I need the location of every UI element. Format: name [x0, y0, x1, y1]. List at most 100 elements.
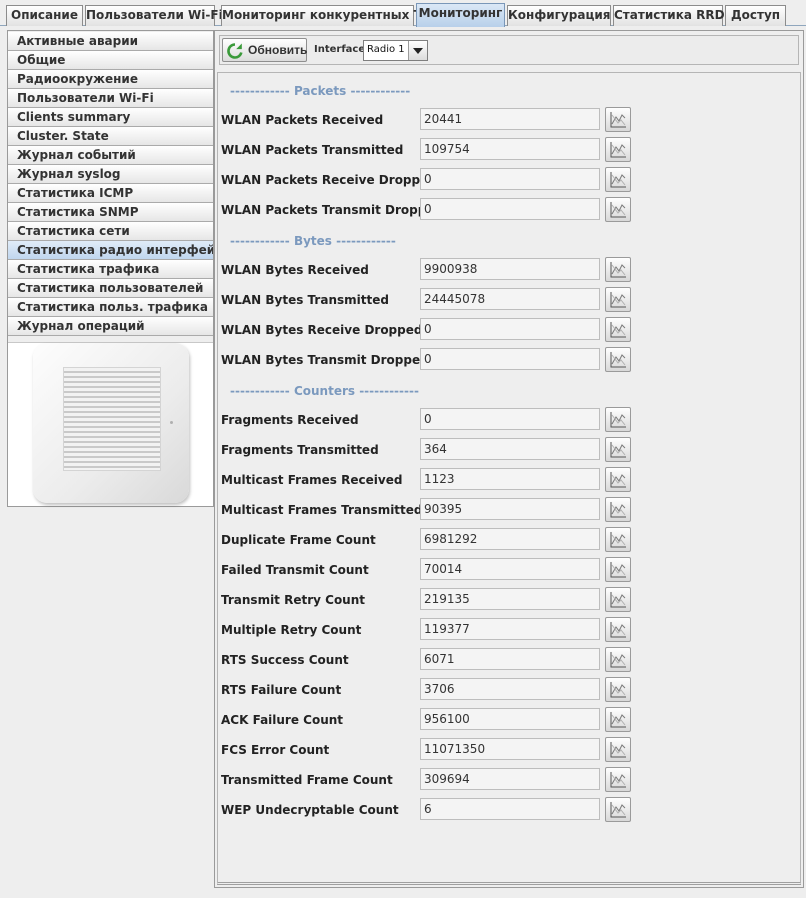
chart-button[interactable]	[605, 317, 631, 342]
chart-button[interactable]	[605, 527, 631, 552]
chart-button[interactable]	[605, 677, 631, 702]
stat-value-field: 309694	[420, 768, 600, 790]
chart-button[interactable]	[605, 797, 631, 822]
sidebar-separator	[8, 336, 213, 343]
chart-icon	[610, 352, 626, 368]
stat-label: Failed Transmit Count	[221, 563, 369, 577]
sidebar-item-operations-log[interactable]: Журнал операций	[8, 317, 213, 336]
stat-value-field: 1123	[420, 468, 600, 490]
stat-value-field: 119377	[420, 618, 600, 640]
stat-value-field: 11071350	[420, 738, 600, 760]
chart-icon	[610, 172, 626, 188]
toolbar: Обновить Interface Radio 1	[219, 35, 799, 65]
section-title-counters: ------------ Counters ------------	[230, 384, 419, 398]
stat-label: WLAN Packets Receive Dropped	[221, 173, 437, 187]
stat-label: Multicast Frames Received	[221, 473, 403, 487]
tab-wifi-users[interactable]: Пользователи Wi-Fi	[85, 5, 223, 26]
chart-button[interactable]	[605, 257, 631, 282]
stat-value-field: 0	[420, 198, 600, 220]
stat-label: WLAN Bytes Transmitted	[221, 293, 389, 307]
chart-button[interactable]	[605, 647, 631, 672]
refresh-icon	[227, 43, 243, 59]
section-title-packets: ------------ Packets ------------	[230, 84, 411, 98]
chart-icon	[610, 412, 626, 428]
tab-description[interactable]: Описание	[6, 5, 83, 26]
tab-configuration[interactable]: Конфигурация	[507, 5, 611, 26]
sidebar-item-general[interactable]: Общие	[8, 51, 213, 70]
sidebar-item-cluster-state[interactable]: Cluster. State	[8, 127, 213, 146]
chart-icon	[610, 712, 626, 728]
chart-button[interactable]	[605, 497, 631, 522]
chart-icon	[610, 742, 626, 758]
sidebar-item-radio-interface-stats[interactable]: Статистика радио интерфейсов	[8, 241, 213, 260]
sidebar-item-snmp-stats[interactable]: Статистика SNMP	[8, 203, 213, 222]
section-title-bytes: ------------ Bytes ------------	[230, 234, 396, 248]
chart-button[interactable]	[605, 557, 631, 582]
chart-button[interactable]	[605, 407, 631, 432]
chart-icon	[610, 472, 626, 488]
chart-button[interactable]	[605, 587, 631, 612]
stat-label: WLAN Bytes Receive Dropped	[221, 323, 423, 337]
stat-label: WLAN Bytes Transmit Dropped	[221, 353, 429, 367]
chart-button[interactable]	[605, 287, 631, 312]
chart-button[interactable]	[605, 167, 631, 192]
sidebar-item-event-log[interactable]: Журнал событий	[8, 146, 213, 165]
sidebar-item-user-stats[interactable]: Статистика пользователей	[8, 279, 213, 298]
chart-button[interactable]	[605, 137, 631, 162]
chart-icon	[610, 652, 626, 668]
stat-label: Multiple Retry Count	[221, 623, 362, 637]
sidebar-item-user-traffic-stats[interactable]: Статистика польз. трафика	[8, 298, 213, 317]
sidebar-item-wifi-users[interactable]: Пользователи Wi-Fi	[8, 89, 213, 108]
stat-value-field: 6981292	[420, 528, 600, 550]
chart-button[interactable]	[605, 707, 631, 732]
chart-icon	[610, 262, 626, 278]
main-panel: Обновить Interface Radio 1 ------------ …	[214, 30, 804, 888]
main-tabbar: Описание Пользователи Wi-Fi Мониторинг к…	[0, 0, 806, 27]
tab-rogue-ap-monitoring[interactable]: Мониторинг конкурентных ТД	[221, 5, 432, 26]
chart-icon	[610, 562, 626, 578]
stat-value-field: 0	[420, 318, 600, 340]
chevron-down-icon[interactable]	[408, 41, 427, 60]
chart-icon	[610, 592, 626, 608]
device-grille	[63, 367, 161, 471]
chart-button[interactable]	[605, 437, 631, 462]
chart-button[interactable]	[605, 617, 631, 642]
stat-label: WLAN Packets Received	[221, 113, 384, 127]
interface-select[interactable]: Radio 1	[363, 40, 428, 61]
stat-label: Transmit Retry Count	[221, 593, 366, 607]
refresh-button[interactable]: Обновить	[222, 38, 307, 62]
sidebar-item-radio-environment[interactable]: Радиоокружение	[8, 70, 213, 89]
sidebar-item-network-stats[interactable]: Статистика сети	[8, 222, 213, 241]
stat-value-field: 364	[420, 438, 600, 460]
stat-value-field: 70014	[420, 558, 600, 580]
tab-monitoring[interactable]: Мониторинг	[416, 3, 505, 27]
stat-label: Fragments Transmitted	[221, 443, 379, 457]
stat-label: Duplicate Frame Count	[221, 533, 376, 547]
stat-value-field: 219135	[420, 588, 600, 610]
stat-label: WLAN Packets Transmit Dropped	[221, 203, 444, 217]
chart-button[interactable]	[605, 467, 631, 492]
sidebar-item-traffic-stats[interactable]: Статистика трафика	[8, 260, 213, 279]
sidebar-item-icmp-stats[interactable]: Статистика ICMP	[8, 184, 213, 203]
device-led	[170, 421, 173, 424]
chart-button[interactable]	[605, 197, 631, 222]
chart-button[interactable]	[605, 347, 631, 372]
stat-value-field: 0	[420, 168, 600, 190]
sidebar-item-active-alarms[interactable]: Активные аварии	[8, 32, 213, 51]
stat-label: WLAN Bytes Received	[221, 263, 369, 277]
chart-button[interactable]	[605, 737, 631, 762]
stats-content: ------------ Packets ------------ WLAN P…	[217, 72, 801, 885]
tab-access[interactable]: Доступ	[725, 5, 786, 26]
sidebar-item-clients-summary[interactable]: Clients summary	[8, 108, 213, 127]
stat-value-field: 956100	[420, 708, 600, 730]
refresh-button-label: Обновить	[248, 43, 308, 57]
stat-label: Multicast Frames Transmitted	[221, 503, 423, 517]
stat-label: WLAN Packets Transmitted	[221, 143, 404, 157]
stat-value-field: 24445078	[420, 288, 600, 310]
chart-icon	[610, 442, 626, 458]
chart-button[interactable]	[605, 767, 631, 792]
tab-rrd-statistics[interactable]: Статистика RRD	[613, 5, 725, 26]
stat-value-field: 3706	[420, 678, 600, 700]
chart-button[interactable]	[605, 107, 631, 132]
sidebar-item-syslog[interactable]: Журнал syslog	[8, 165, 213, 184]
